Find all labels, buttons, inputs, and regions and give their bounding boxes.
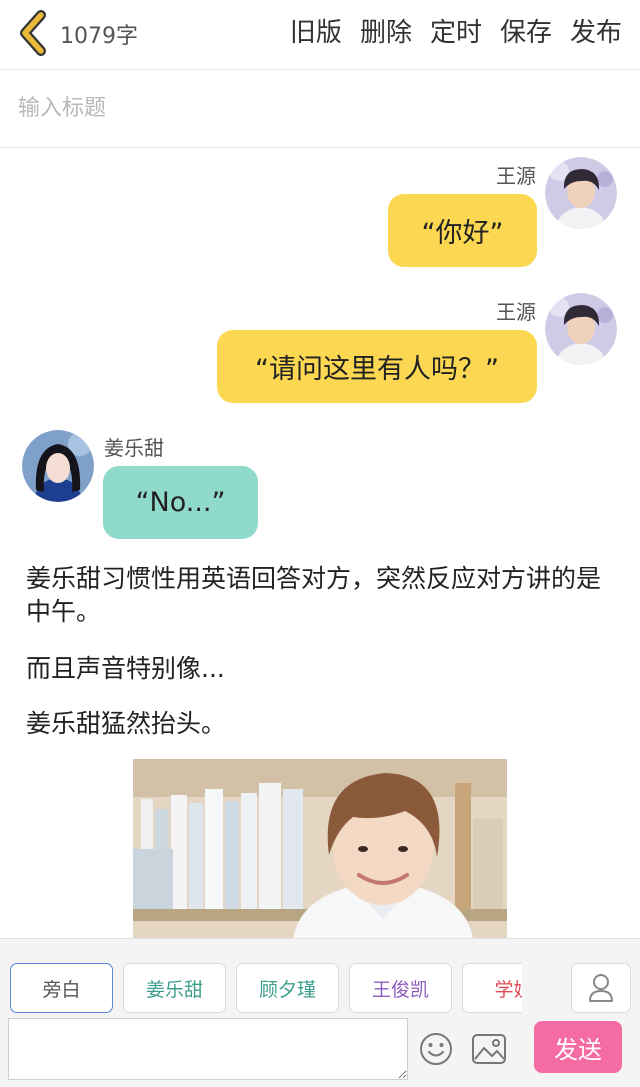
- narration-paragraph: 姜乐甜习惯性用英语回答对方，突然反应对方讲的是中午。: [26, 564, 602, 626]
- message-bubble[interactable]: “No...”: [103, 466, 258, 539]
- character-tab-gu-xijin[interactable]: 顾夕瑾: [236, 963, 339, 1013]
- publish-button[interactable]: 发布: [570, 14, 622, 52]
- girl-avatar[interactable]: [22, 430, 94, 502]
- image-icon[interactable]: [470, 1031, 508, 1067]
- character-tab-jiang-letian[interactable]: 姜乐甜: [123, 963, 226, 1013]
- message-text: “请问这里有人吗？”: [255, 354, 499, 385]
- header-actions: 旧版 删除 定时 保存 发布: [290, 14, 622, 52]
- delete-button[interactable]: 删除: [360, 14, 412, 52]
- message-speaker: 王源: [496, 164, 536, 188]
- narration-paragraph: 而且声音特别像...: [26, 654, 225, 683]
- boy-avatar[interactable]: [545, 157, 617, 229]
- editor-screen: 1079字 旧版 删除 定时 保存 发布 王源 “你好” 王源: [0, 0, 640, 1087]
- message-speaker: 王源: [496, 300, 536, 324]
- message-input[interactable]: [8, 1018, 408, 1080]
- message-bubble[interactable]: “请问这里有人吗？”: [217, 330, 537, 403]
- manage-characters-button[interactable]: [571, 963, 631, 1013]
- emoji-icon[interactable]: [418, 1031, 454, 1067]
- message-speaker: 姜乐甜: [104, 436, 164, 460]
- header-bar: 1079字 旧版 删除 定时 保存 发布: [0, 0, 640, 70]
- word-count: 1079字: [60, 24, 138, 49]
- bottom-input-panel: 旁白 姜乐甜 顾夕瑾 王俊凯 学姐 苏 发送: [0, 938, 640, 1087]
- character-tab-wang-junkai[interactable]: 王俊凯: [349, 963, 452, 1013]
- narration-paragraph: 姜乐甜猛然抬头。: [26, 709, 227, 738]
- person-icon: [589, 974, 613, 1002]
- story-photo[interactable]: [133, 759, 507, 939]
- message-text: “你好”: [421, 218, 504, 249]
- message-bubble[interactable]: “你好”: [388, 194, 537, 267]
- schedule-button[interactable]: 定时: [430, 14, 482, 52]
- character-tab-senior[interactable]: 学姐: [462, 963, 522, 1013]
- character-selector: 旁白 姜乐甜 顾夕瑾 王俊凯 学姐 苏: [10, 963, 522, 1013]
- boy-avatar[interactable]: [545, 293, 617, 365]
- character-tab-narrator[interactable]: 旁白: [10, 963, 113, 1013]
- save-button[interactable]: 保存: [500, 14, 552, 52]
- back-chevron-icon[interactable]: [14, 10, 54, 56]
- send-button[interactable]: 发送: [534, 1021, 622, 1073]
- title-input[interactable]: [0, 70, 640, 148]
- message-text: “No...”: [135, 487, 226, 518]
- old-version-button[interactable]: 旧版: [290, 14, 342, 52]
